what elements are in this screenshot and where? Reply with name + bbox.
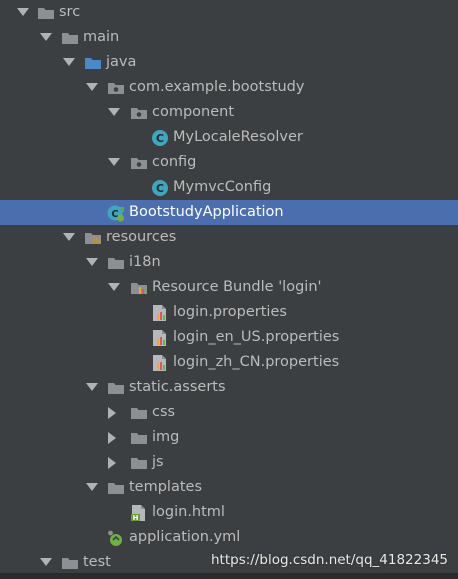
folder-icon bbox=[61, 29, 79, 47]
yaml-file-icon bbox=[107, 529, 125, 547]
tree-row-label: BootstudyApplication bbox=[129, 204, 284, 220]
class-icon: C bbox=[151, 129, 169, 147]
expand-arrow-icon[interactable] bbox=[108, 283, 120, 291]
tree-row-label: login.properties bbox=[173, 304, 287, 320]
expand-arrow-icon[interactable] bbox=[86, 258, 98, 266]
tree-row-label: templates bbox=[129, 479, 203, 495]
tree-row[interactable]: login_zh_CN.properties bbox=[0, 350, 458, 375]
folder-icon bbox=[37, 4, 55, 22]
tree-row-label: login_en_US.properties bbox=[173, 329, 340, 345]
tree-row-label: com.example.bootstudy bbox=[129, 79, 305, 95]
expand-arrow-icon[interactable] bbox=[86, 383, 98, 391]
tree-row[interactable]: i18n bbox=[0, 250, 458, 275]
tree-row-label: MymvcConfig bbox=[173, 179, 272, 195]
folder-icon bbox=[107, 479, 125, 497]
tree-row-label: java bbox=[106, 54, 137, 70]
tree-row-label: i18n bbox=[129, 254, 161, 270]
tree-row-label: MyLocaleResolver bbox=[173, 129, 303, 145]
folder-icon bbox=[130, 404, 148, 422]
expand-arrow-icon[interactable] bbox=[108, 108, 120, 116]
tree-row-label: css bbox=[152, 404, 176, 420]
resources-folder-icon bbox=[84, 229, 102, 247]
folder-icon bbox=[107, 379, 125, 397]
svg-text:H: H bbox=[133, 514, 139, 522]
expand-arrow-icon[interactable] bbox=[63, 233, 75, 241]
svg-text:C: C bbox=[156, 132, 164, 145]
tree-row[interactable]: static.asserts bbox=[0, 375, 458, 400]
tree-row[interactable]: application.yml bbox=[0, 525, 458, 550]
tree-row[interactable]: C MymvcConfig bbox=[0, 175, 458, 200]
source-folder-icon bbox=[84, 54, 102, 72]
folder-icon bbox=[130, 429, 148, 447]
tree-row-label: login_zh_CN.properties bbox=[173, 354, 340, 370]
tree-row[interactable]: Hlogin.html bbox=[0, 500, 458, 525]
tree-row[interactable]: java bbox=[0, 50, 458, 75]
tree-row-label: resources bbox=[106, 229, 177, 245]
tree-row-label: test bbox=[83, 554, 111, 570]
expand-arrow-icon[interactable] bbox=[108, 158, 120, 166]
tree-row[interactable]: Resource Bundle 'login' bbox=[0, 275, 458, 300]
tree-row[interactable]: component bbox=[0, 100, 458, 125]
properties-file-icon bbox=[151, 304, 169, 322]
tree-row[interactable]: css bbox=[0, 400, 458, 425]
watermark-text: https://blog.csdn.net/qq_41822345 bbox=[210, 552, 448, 568]
expand-arrow-icon[interactable] bbox=[40, 33, 52, 41]
collapse-arrow-icon[interactable] bbox=[108, 432, 116, 444]
expand-arrow-icon[interactable] bbox=[40, 558, 52, 566]
tree-row[interactable]: img bbox=[0, 425, 458, 450]
tree-row[interactable]: login.properties bbox=[0, 300, 458, 325]
properties-file-icon bbox=[151, 354, 169, 372]
html-file-icon: H bbox=[130, 504, 148, 522]
expand-arrow-icon[interactable] bbox=[86, 83, 98, 91]
tree-row[interactable]: config bbox=[0, 150, 458, 175]
tree-row-label: static.asserts bbox=[129, 379, 226, 395]
tree-row-label: js bbox=[152, 454, 164, 470]
tree-row[interactable]: src bbox=[0, 0, 458, 25]
tree-row[interactable]: templates bbox=[0, 475, 458, 500]
footer-bar bbox=[0, 573, 458, 579]
spring-boot-class-icon: C bbox=[107, 204, 125, 222]
tree-row[interactable]: resources bbox=[0, 225, 458, 250]
tree-row-label: config bbox=[152, 154, 197, 170]
tree-row-label: src bbox=[59, 4, 81, 20]
tree-row-label: login.html bbox=[152, 504, 225, 520]
properties-file-icon bbox=[151, 329, 169, 347]
package-icon bbox=[130, 104, 148, 122]
tree-row-label: Resource Bundle 'login' bbox=[152, 279, 322, 295]
tree-row[interactable]: main bbox=[0, 25, 458, 50]
tree-row[interactable]: login_en_US.properties bbox=[0, 325, 458, 350]
tree-row-label: application.yml bbox=[129, 529, 241, 545]
folder-icon bbox=[130, 454, 148, 472]
tree-row[interactable]: js bbox=[0, 450, 458, 475]
tree-row[interactable]: com.example.bootstudy bbox=[0, 75, 458, 100]
collapse-arrow-icon[interactable] bbox=[108, 407, 116, 419]
expand-arrow-icon[interactable] bbox=[86, 483, 98, 491]
expand-arrow-icon[interactable] bbox=[63, 58, 75, 66]
project-tree: src main java com.example.bootstudy componen… bbox=[0, 0, 458, 579]
package-icon bbox=[107, 79, 125, 97]
folder-icon bbox=[61, 554, 79, 572]
resource-bundle-icon bbox=[130, 279, 148, 297]
svg-text:C: C bbox=[156, 182, 164, 195]
collapse-arrow-icon[interactable] bbox=[108, 457, 116, 469]
folder-icon bbox=[107, 254, 125, 272]
tree-row-label: img bbox=[152, 429, 180, 445]
tree-row-label: component bbox=[152, 104, 235, 120]
class-icon: C bbox=[151, 179, 169, 197]
tree-row[interactable]: C BootstudyApplication bbox=[0, 200, 458, 225]
expand-arrow-icon[interactable] bbox=[17, 8, 29, 16]
tree-row[interactable]: C MyLocaleResolver bbox=[0, 125, 458, 150]
package-icon bbox=[130, 154, 148, 172]
tree-row-label: main bbox=[83, 29, 120, 45]
